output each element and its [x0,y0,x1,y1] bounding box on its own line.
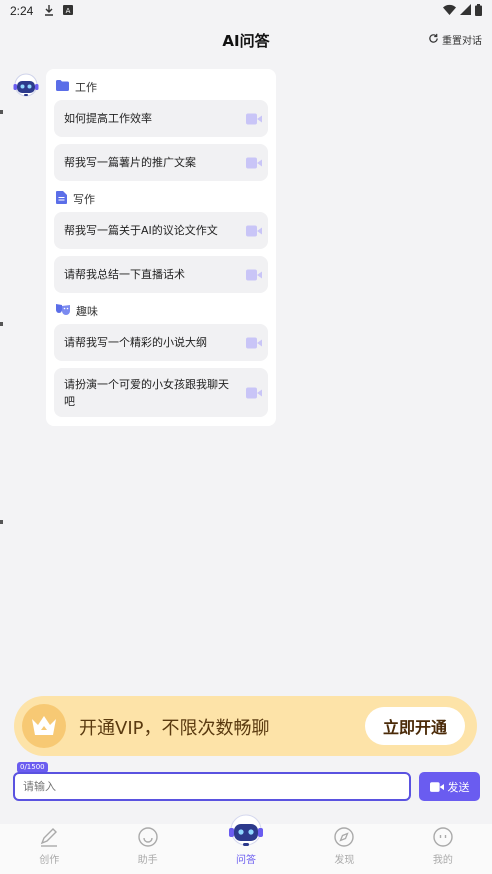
face-icon [433,827,453,847]
vip-banner[interactable]: 开通VIP，不限次数畅聊 立即开通 [14,696,477,756]
question-item[interactable]: 如何提高工作效率 [54,100,268,137]
page-header: AI问答 重置对话 [0,22,492,58]
section-title: 工作 [75,81,97,94]
notification-a-icon: A [63,4,74,18]
robot-icon [13,73,39,97]
status-bar: 2:24 A [0,0,492,22]
section-title: 写作 [73,193,95,206]
question-text: 帮我写一篇关于AI的议论文作文 [64,224,218,237]
video-icon [246,157,262,168]
nav-label: 问答 [236,855,257,866]
masks-icon [56,303,70,319]
vip-promo-text: 开通VIP，不限次数畅聊 [79,718,270,739]
section-header-work: 工作 [56,79,97,95]
video-icon [246,387,262,398]
video-icon [246,269,262,280]
page-title: AI问答 [222,31,270,50]
download-icon [43,4,55,19]
message-input-wrapper[interactable] [13,772,411,801]
section-title: 趣味 [76,305,98,318]
edge-artifact [0,322,3,326]
nav-item-create[interactable]: 创作 [0,824,98,874]
question-text: 请帮我写一个精彩的小说大纲 [64,336,207,349]
signal-icon [460,4,471,18]
robot-icon [229,814,264,846]
question-item[interactable]: 请帮我总结一下直播话术 [54,256,268,293]
send-label: 发送 [447,780,470,794]
question-text: 请扮演一个可爱的小女孩跟我聊天吧 [64,377,229,408]
question-item[interactable]: 帮我写一篇薯片的推广文案 [54,144,268,181]
section-header-fun: 趣味 [56,303,98,319]
pen-icon [40,828,58,847]
nav-label: 创作 [39,855,60,866]
compass-icon [334,827,355,847]
question-item[interactable]: 请帮我写一个精彩的小说大纲 [54,324,268,361]
folder-icon [56,80,69,94]
reset-label: 重置对话 [442,36,482,47]
bottom-nav: 创作 助手 问答 发现 我的 [0,814,492,874]
message-input[interactable] [23,780,401,793]
document-icon [56,191,67,207]
nav-item-qa[interactable]: 问答 [197,814,295,874]
crown-icon [22,704,66,748]
edge-artifact [0,110,3,114]
question-text: 如何提高工作效率 [64,112,152,125]
question-item[interactable]: 帮我写一篇关于AI的议论文作文 [54,212,268,249]
suggestion-card: 工作 如何提高工作效率 帮我写一篇薯片的推广文案 写作 帮我写一篇关于AI的议论… [46,69,276,426]
video-icon [246,225,262,236]
refresh-icon [428,33,439,47]
vip-subscribe-button[interactable]: 立即开通 [365,707,465,745]
bot-avatar [12,72,40,100]
video-icon [246,337,262,348]
question-text: 帮我写一篇薯片的推广文案 [64,156,196,169]
question-text: 请帮我总结一下直播话术 [64,268,185,281]
nav-item-assistant[interactable]: 助手 [98,824,196,874]
nav-item-discover[interactable]: 发现 [295,824,393,874]
status-time: 2:24 [10,4,34,18]
nav-label: 助手 [137,855,158,866]
nav-item-mine[interactable]: 我的 [394,824,492,874]
send-button[interactable]: 发送 [419,772,480,801]
battery-icon [475,3,482,19]
nav-label: 我的 [432,855,453,866]
edge-artifact [0,520,3,524]
video-icon [429,781,444,792]
svg-text:A: A [66,7,71,15]
wifi-icon [443,4,456,18]
nav-label: 发现 [334,855,355,866]
smile-icon [137,827,158,847]
reset-conversation-button[interactable]: 重置对话 [428,32,482,47]
video-icon [246,113,262,124]
section-header-writing: 写作 [56,191,95,207]
question-item[interactable]: 请扮演一个可爱的小女孩跟我聊天吧 [54,368,268,417]
